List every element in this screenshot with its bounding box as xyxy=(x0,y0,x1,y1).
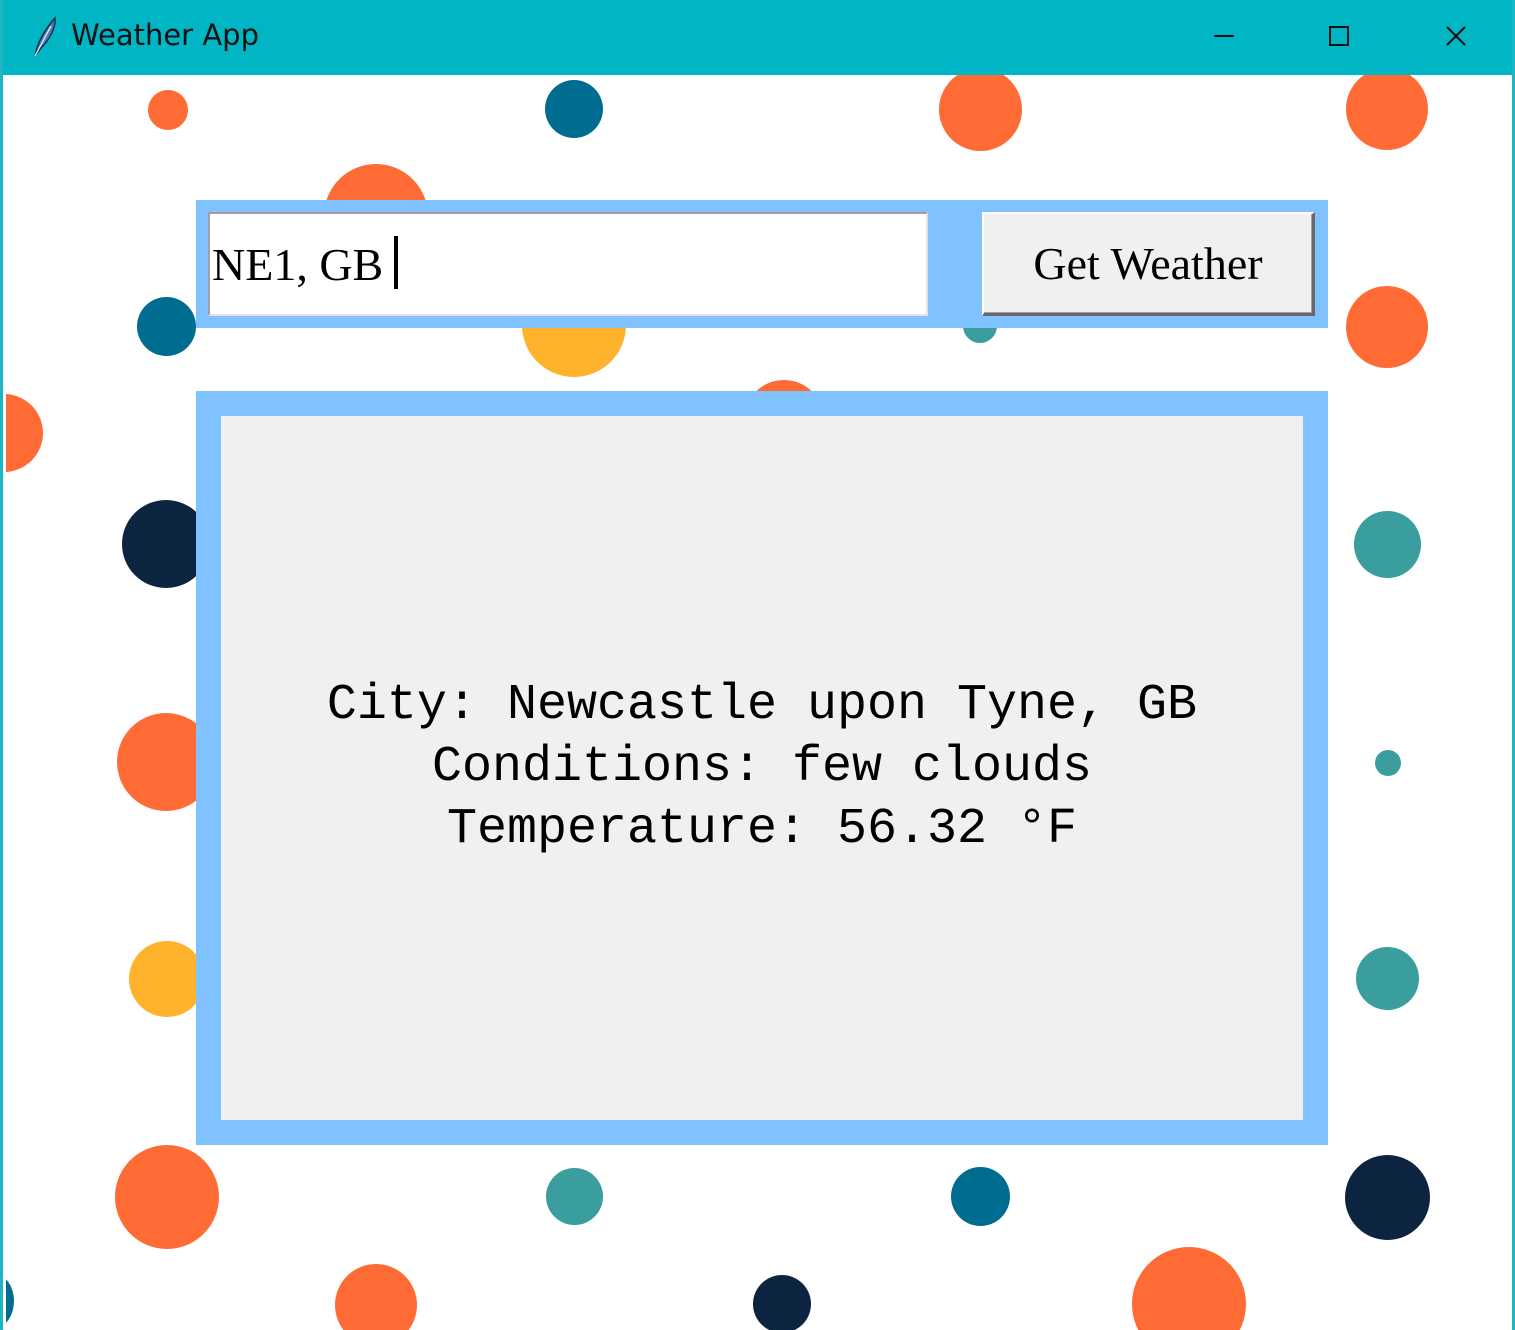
weather-result-panel: City: Newcastle upon Tyne, GB Conditions:… xyxy=(221,416,1303,1120)
weather-result-text: City: Newcastle upon Tyne, GB Conditions:… xyxy=(327,675,1197,861)
weather-app-window: Weather App NE1, GB Get Weather City: Ne… xyxy=(0,0,1515,1330)
result-city: City: Newcastle upon Tyne, GB xyxy=(326,677,1198,734)
background-dot xyxy=(115,1145,219,1249)
maximize-button[interactable] xyxy=(1281,0,1397,72)
background-dot xyxy=(753,1275,811,1330)
close-button[interactable] xyxy=(1398,0,1512,72)
background-dot xyxy=(1356,947,1419,1010)
background-dot xyxy=(545,80,603,138)
background-dot xyxy=(129,941,205,1017)
background-dot xyxy=(148,90,188,130)
window-title: Weather App xyxy=(71,18,259,52)
background-dot xyxy=(546,1168,603,1225)
background-dot xyxy=(335,1264,417,1330)
background-dot xyxy=(1354,511,1421,578)
background-dot xyxy=(137,297,196,356)
result-temperature: Temperature: 56.32 °F xyxy=(446,801,1078,858)
background-dot xyxy=(6,1275,14,1327)
get-weather-button[interactable]: Get Weather xyxy=(982,212,1315,316)
background-dot xyxy=(1345,1155,1430,1240)
background-dot xyxy=(1346,75,1428,150)
result-conditions: Conditions: few clouds xyxy=(431,739,1093,796)
maximize-icon xyxy=(1329,26,1349,46)
background-dot xyxy=(951,1167,1010,1226)
close-icon xyxy=(1446,26,1466,46)
background-dot xyxy=(6,394,43,472)
text-caret xyxy=(394,236,398,289)
background-dot xyxy=(1375,750,1401,776)
background-dot xyxy=(1346,286,1428,368)
background-dot xyxy=(1132,1247,1246,1330)
minimize-icon xyxy=(1214,35,1234,37)
city-input[interactable] xyxy=(208,212,928,316)
background-dot xyxy=(939,75,1022,151)
minimize-button[interactable] xyxy=(1166,0,1282,72)
feather-icon xyxy=(34,16,56,57)
title-bar[interactable]: Weather App xyxy=(3,0,1512,75)
